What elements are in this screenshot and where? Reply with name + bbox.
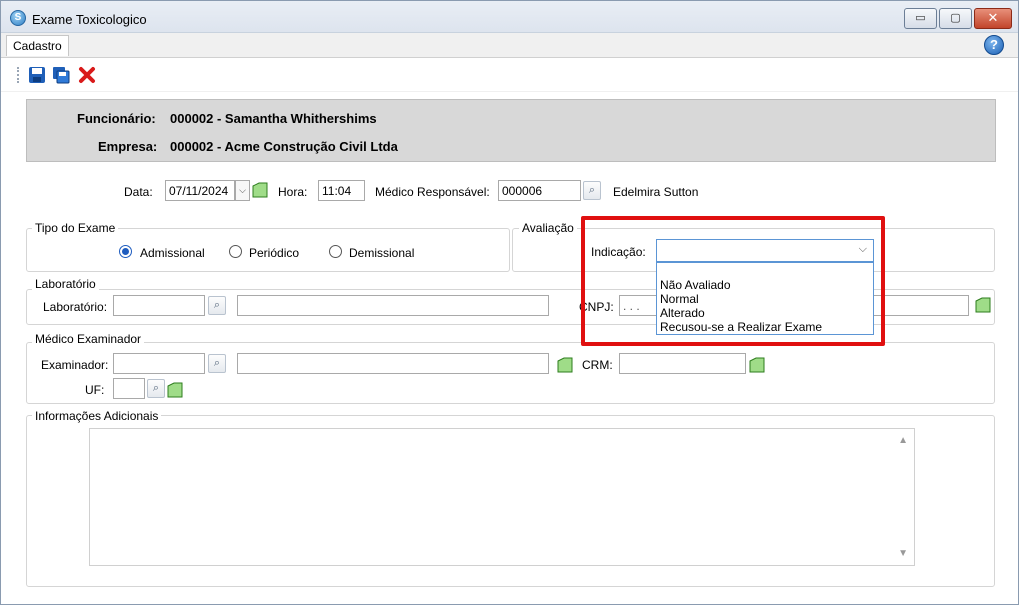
- info-adicionais-textarea[interactable]: ▲ ▼: [89, 428, 915, 566]
- tab-cadastro[interactable]: Cadastro: [6, 35, 69, 56]
- data-label: Data:: [124, 185, 153, 199]
- laboratorio-code-field[interactable]: [113, 295, 205, 316]
- delete-icon[interactable]: [78, 66, 96, 84]
- search-examinador-icon[interactable]: ⌕: [208, 354, 226, 373]
- calendar-icon[interactable]: [252, 182, 268, 198]
- time-field[interactable]: 11:04: [318, 180, 365, 201]
- toolbar: [1, 57, 1018, 91]
- maximize-button[interactable]: ▢: [939, 8, 972, 29]
- save-icon[interactable]: [28, 66, 46, 84]
- date-dropdown-icon[interactable]: ⌵: [235, 180, 250, 201]
- empresa-value: 000002 - Acme Construção Civil Ltda: [170, 139, 398, 154]
- employee-header-panel: Funcionário: 000002 - Samantha Whithersh…: [26, 99, 996, 162]
- search-medico-icon[interactable]: ⌕: [583, 181, 601, 200]
- radio-demissional[interactable]: [329, 245, 342, 258]
- highlight-frame: [581, 216, 885, 346]
- tipo-exame-title: Tipo do Exame: [32, 221, 119, 235]
- new-examinador-icon[interactable]: [557, 357, 573, 373]
- title-bar: S Exame Toxicologico ▭ ▢ ✕: [1, 1, 1018, 33]
- examinador-code-field[interactable]: [113, 353, 205, 374]
- avaliacao-title: Avaliação: [519, 221, 577, 235]
- laboratorio-name-field[interactable]: [237, 295, 549, 316]
- new-laboratorio-icon[interactable]: [975, 297, 991, 313]
- laboratorio-label: Laboratório:: [43, 300, 108, 314]
- uf-field[interactable]: [113, 378, 145, 399]
- close-button[interactable]: ✕: [974, 8, 1012, 29]
- demissional-label[interactable]: Demissional: [349, 246, 414, 260]
- app-icon: S: [10, 10, 26, 26]
- examinador-name-field[interactable]: [237, 353, 549, 374]
- info-adicionais-title: Informações Adicionais: [32, 409, 162, 423]
- crm-field[interactable]: [619, 353, 746, 374]
- help-icon[interactable]: ?: [984, 35, 1004, 55]
- admissional-label[interactable]: Admissional: [140, 246, 205, 260]
- search-uf-icon[interactable]: ⌕: [147, 379, 165, 398]
- crm-label: CRM:: [582, 358, 613, 372]
- window-title: Exame Toxicologico: [32, 12, 147, 27]
- hora-label: Hora:: [278, 185, 308, 199]
- save-copy-icon[interactable]: [52, 66, 70, 84]
- medico-responsavel-name: Edelmira Sutton: [613, 185, 699, 199]
- radio-periodico[interactable]: [229, 245, 242, 258]
- scroll-up-icon[interactable]: ▲: [898, 435, 908, 446]
- search-laboratorio-icon[interactable]: ⌕: [208, 296, 226, 315]
- radio-admissional[interactable]: [119, 245, 132, 258]
- laboratorio-title: Laboratório: [32, 277, 99, 291]
- scroll-down-icon[interactable]: ▼: [898, 548, 908, 559]
- funcionario-value: 000002 - Samantha Whithershims: [170, 111, 377, 126]
- new-uf-icon[interactable]: [167, 382, 183, 398]
- funcionario-label: Funcionário:: [77, 111, 156, 126]
- empresa-label: Empresa:: [98, 139, 158, 154]
- uf-label: UF:: [85, 383, 105, 397]
- minimize-button[interactable]: ▭: [904, 8, 937, 29]
- medico-responsavel-label: Médico Responsável:: [375, 185, 490, 199]
- medico-examinador-title: Médico Examinador: [32, 332, 145, 346]
- medico-responsavel-field[interactable]: 000006: [498, 180, 581, 201]
- periodico-label[interactable]: Periódico: [249, 246, 299, 260]
- toolbar-grip: [17, 67, 19, 83]
- date-field[interactable]: 07/11/2024: [165, 180, 235, 201]
- exam-window: S Exame Toxicologico ▭ ▢ ✕ Cadastro ? Fu…: [0, 0, 1019, 605]
- new-crm-icon[interactable]: [749, 357, 765, 373]
- examinador-label: Examinador:: [41, 358, 109, 372]
- tab-bar: Cadastro: [1, 34, 1018, 56]
